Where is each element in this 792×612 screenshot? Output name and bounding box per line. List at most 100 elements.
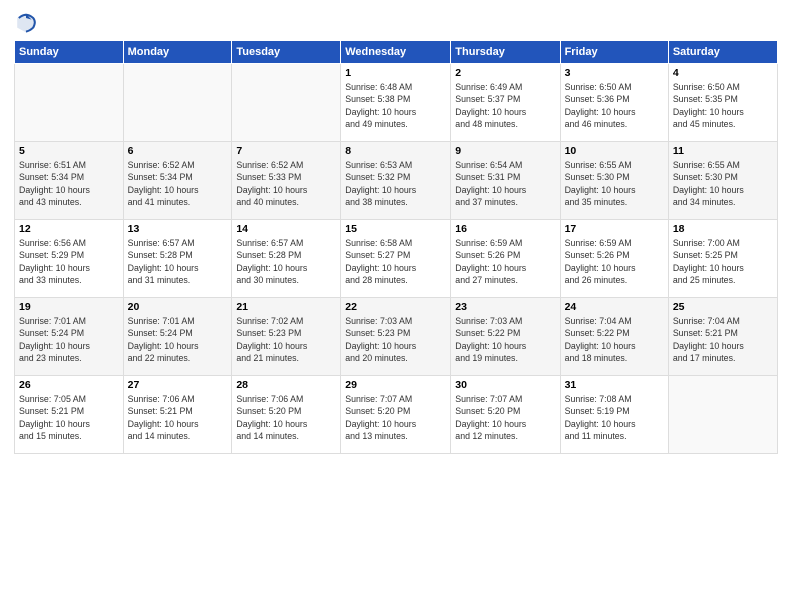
calendar-cell: 7 Sunrise: 6:52 AMSunset: 5:33 PMDaylight…: [232, 142, 341, 220]
dow-header: Wednesday: [341, 41, 451, 64]
calendar-cell: 17 Sunrise: 6:59 AMSunset: 5:26 PMDayligh…: [560, 220, 668, 298]
calendar-cell: 4 Sunrise: 6:50 AMSunset: 5:35 PMDaylight…: [668, 64, 777, 142]
page-header: [14, 10, 778, 34]
calendar-cell: [232, 64, 341, 142]
calendar-cell: 20Sunrise: 7:01 AMSunset: 5:24 PMDayligh…: [123, 298, 232, 376]
day-number: 2: [455, 67, 555, 79]
day-info: Sunrise: 6:52 AMSunset: 5:34 PMDaylight:…: [128, 159, 228, 208]
calendar-cell: 8 Sunrise: 6:53 AMSunset: 5:32 PMDaylight…: [341, 142, 451, 220]
dow-header: Sunday: [15, 41, 124, 64]
day-number: 12: [19, 223, 119, 235]
day-info: Sunrise: 6:48 AMSunset: 5:38 PMDaylight:…: [345, 81, 446, 130]
calendar-cell: 5 Sunrise: 6:51 AMSunset: 5:34 PMDaylight…: [15, 142, 124, 220]
day-number: 26: [19, 379, 119, 391]
day-info: Sunrise: 7:00 AMSunset: 5:25 PMDaylight:…: [673, 237, 773, 286]
day-number: 23: [455, 301, 555, 313]
day-info: Sunrise: 6:50 AMSunset: 5:35 PMDaylight:…: [673, 81, 773, 130]
day-info: Sunrise: 7:02 AMSunset: 5:23 PMDaylight:…: [236, 315, 336, 364]
calendar-cell: 23 Sunrise: 7:03 AMSunset: 5:22 PMDayligh…: [451, 298, 560, 376]
day-number: 13: [128, 223, 228, 235]
day-number: 3: [565, 67, 664, 79]
day-info: Sunrise: 7:05 AMSunset: 5:21 PMDaylight:…: [19, 393, 119, 442]
day-number: 29: [345, 379, 446, 391]
dow-header: Thursday: [451, 41, 560, 64]
day-info: Sunrise: 6:59 AMSunset: 5:26 PMDaylight:…: [565, 237, 664, 286]
day-number: 7: [236, 145, 336, 157]
calendar-cell: 19 Sunrise: 7:01 AMSunset: 5:24 PMDayligh…: [15, 298, 124, 376]
dow-header: Monday: [123, 41, 232, 64]
day-info: Sunrise: 7:04 AMSunset: 5:21 PMDaylight:…: [673, 315, 773, 364]
day-number: 9: [455, 145, 555, 157]
day-info: Sunrise: 6:58 AMSunset: 5:27 PMDaylight:…: [345, 237, 446, 286]
day-info: Sunrise: 6:55 AMSunset: 5:30 PMDaylight:…: [673, 159, 773, 208]
day-info: Sunrise: 6:51 AMSunset: 5:34 PMDaylight:…: [19, 159, 119, 208]
calendar-cell: 11 Sunrise: 6:55 AMSunset: 5:30 PMDayligh…: [668, 142, 777, 220]
day-number: 14: [236, 223, 336, 235]
calendar-cell: 31 Sunrise: 7:08 AMSunset: 5:19 PMDayligh…: [560, 376, 668, 454]
calendar-cell: [123, 64, 232, 142]
day-number: 16: [455, 223, 555, 235]
day-info: Sunrise: 7:06 AMSunset: 5:21 PMDaylight:…: [128, 393, 228, 442]
day-number: 10: [565, 145, 664, 157]
day-number: 28: [236, 379, 336, 391]
calendar-cell: 26 Sunrise: 7:05 AMSunset: 5:21 PMDayligh…: [15, 376, 124, 454]
day-info: Sunrise: 7:06 AMSunset: 5:20 PMDaylight:…: [236, 393, 336, 442]
day-info: Sunrise: 7:04 AMSunset: 5:22 PMDaylight:…: [565, 315, 664, 364]
day-info: Sunrise: 6:53 AMSunset: 5:32 PMDaylight:…: [345, 159, 446, 208]
day-info: Sunrise: 7:07 AMSunset: 5:20 PMDaylight:…: [455, 393, 555, 442]
calendar-cell: 10 Sunrise: 6:55 AMSunset: 5:30 PMDayligh…: [560, 142, 668, 220]
day-number: 25: [673, 301, 773, 313]
logo: [14, 10, 42, 34]
day-number: 30: [455, 379, 555, 391]
calendar-cell: [668, 376, 777, 454]
calendar-cell: 25 Sunrise: 7:04 AMSunset: 5:21 PMDayligh…: [668, 298, 777, 376]
calendar-cell: 21 Sunrise: 7:02 AMSunset: 5:23 PMDayligh…: [232, 298, 341, 376]
day-number: 20: [128, 301, 228, 313]
day-number: 6: [128, 145, 228, 157]
calendar-cell: 27 Sunrise: 7:06 AMSunset: 5:21 PMDayligh…: [123, 376, 232, 454]
day-info: Sunrise: 6:57 AMSunset: 5:28 PMDaylight:…: [128, 237, 228, 286]
day-info: Sunrise: 6:59 AMSunset: 5:26 PMDaylight:…: [455, 237, 555, 286]
calendar-cell: 28 Sunrise: 7:06 AMSunset: 5:20 PMDayligh…: [232, 376, 341, 454]
day-info: Sunrise: 6:54 AMSunset: 5:31 PMDaylight:…: [455, 159, 555, 208]
day-info: Sunrise: 6:56 AMSunset: 5:29 PMDaylight:…: [19, 237, 119, 286]
calendar-cell: 15 Sunrise: 6:58 AMSunset: 5:27 PMDayligh…: [341, 220, 451, 298]
day-info: Sunrise: 7:03 AMSunset: 5:22 PMDaylight:…: [455, 315, 555, 364]
calendar-cell: 18 Sunrise: 7:00 AMSunset: 5:25 PMDayligh…: [668, 220, 777, 298]
calendar-cell: 12 Sunrise: 6:56 AMSunset: 5:29 PMDayligh…: [15, 220, 124, 298]
day-number: 27: [128, 379, 228, 391]
day-number: 11: [673, 145, 773, 157]
calendar-cell: 1 Sunrise: 6:48 AMSunset: 5:38 PMDaylight…: [341, 64, 451, 142]
day-number: 8: [345, 145, 446, 157]
calendar-cell: [15, 64, 124, 142]
calendar-cell: 16 Sunrise: 6:59 AMSunset: 5:26 PMDayligh…: [451, 220, 560, 298]
calendar-cell: 9 Sunrise: 6:54 AMSunset: 5:31 PMDaylight…: [451, 142, 560, 220]
day-number: 15: [345, 223, 446, 235]
day-number: 19: [19, 301, 119, 313]
calendar-cell: 3 Sunrise: 6:50 AMSunset: 5:36 PMDaylight…: [560, 64, 668, 142]
day-info: Sunrise: 7:08 AMSunset: 5:19 PMDaylight:…: [565, 393, 664, 442]
day-number: 1: [345, 67, 446, 79]
day-info: Sunrise: 6:50 AMSunset: 5:36 PMDaylight:…: [565, 81, 664, 130]
day-info: Sunrise: 6:49 AMSunset: 5:37 PMDaylight:…: [455, 81, 555, 130]
logo-icon: [14, 10, 38, 34]
day-number: 24: [565, 301, 664, 313]
day-number: 17: [565, 223, 664, 235]
day-number: 21: [236, 301, 336, 313]
day-number: 18: [673, 223, 773, 235]
day-info: Sunrise: 6:52 AMSunset: 5:33 PMDaylight:…: [236, 159, 336, 208]
calendar-cell: 22Sunrise: 7:03 AMSunset: 5:23 PMDayligh…: [341, 298, 451, 376]
calendar-cell: 14 Sunrise: 6:57 AMSunset: 5:28 PMDayligh…: [232, 220, 341, 298]
day-number: 5: [19, 145, 119, 157]
calendar-cell: 13 Sunrise: 6:57 AMSunset: 5:28 PMDayligh…: [123, 220, 232, 298]
calendar-cell: 24 Sunrise: 7:04 AMSunset: 5:22 PMDayligh…: [560, 298, 668, 376]
calendar-cell: 6 Sunrise: 6:52 AMSunset: 5:34 PMDaylight…: [123, 142, 232, 220]
day-number: 31: [565, 379, 664, 391]
day-info: Sunrise: 6:55 AMSunset: 5:30 PMDaylight:…: [565, 159, 664, 208]
dow-header: Friday: [560, 41, 668, 64]
dow-header: Saturday: [668, 41, 777, 64]
day-number: 4: [673, 67, 773, 79]
dow-header: Tuesday: [232, 41, 341, 64]
day-info: Sunrise: 6:57 AMSunset: 5:28 PMDaylight:…: [236, 237, 336, 286]
day-info: Sunrise: 7:01 AMSunset: 5:24 PMDaylight:…: [19, 315, 119, 364]
